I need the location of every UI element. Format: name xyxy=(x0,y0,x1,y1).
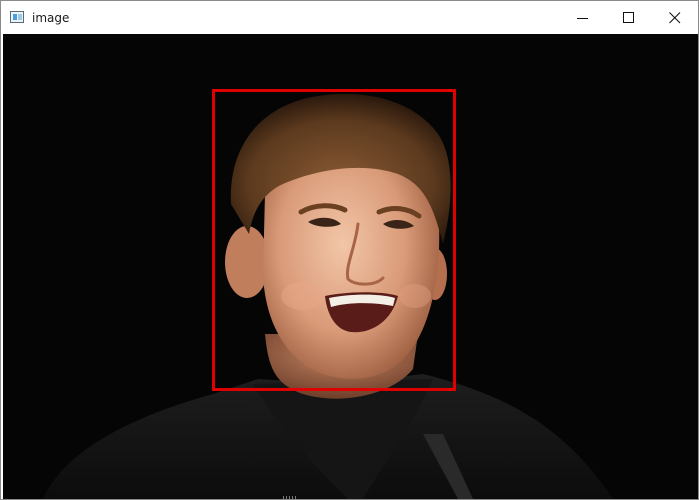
minimize-button[interactable] xyxy=(560,1,606,34)
title-bar[interactable]: image xyxy=(1,1,698,34)
face-detection-box xyxy=(212,89,456,391)
close-icon xyxy=(669,12,681,24)
minimize-icon xyxy=(577,18,588,19)
resize-grip[interactable] xyxy=(283,496,297,499)
image-window: image xyxy=(0,0,699,500)
close-button[interactable] xyxy=(652,1,698,34)
window-app-icon xyxy=(10,11,24,23)
maximize-icon xyxy=(623,12,634,23)
maximize-button[interactable] xyxy=(606,1,652,34)
window-title: image xyxy=(32,11,70,25)
image-canvas[interactable] xyxy=(3,34,698,499)
